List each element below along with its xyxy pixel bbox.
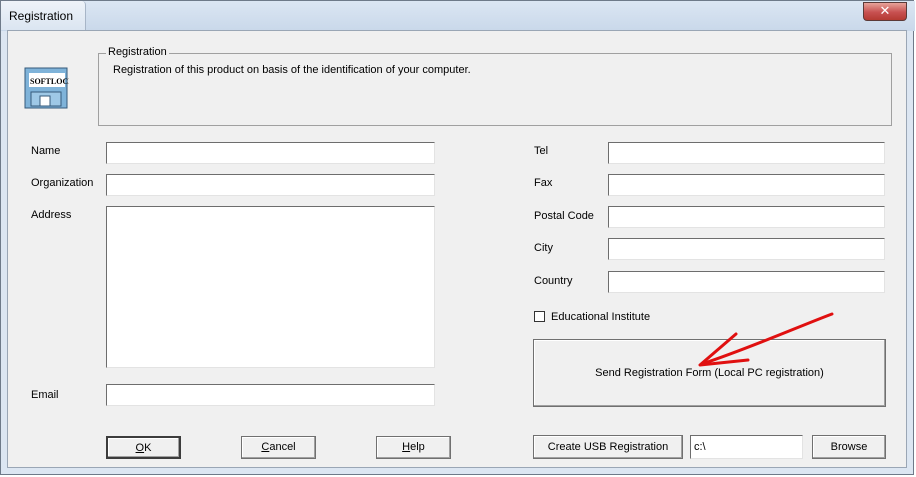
- email-label: Email: [31, 389, 59, 401]
- organization-field[interactable]: [106, 174, 435, 196]
- browse-button[interactable]: Browse: [812, 435, 886, 459]
- postal-code-label: Postal Code: [534, 210, 594, 222]
- title-bar: Registration ✕: [1, 1, 915, 31]
- red-arrow-annotation: [698, 312, 834, 367]
- city-field[interactable]: [608, 238, 885, 260]
- country-input[interactable]: [609, 272, 884, 292]
- usb-path-field[interactable]: [690, 435, 803, 459]
- tel-input[interactable]: [609, 143, 884, 163]
- close-icon: ✕: [879, 4, 891, 19]
- name-label: Name: [31, 145, 61, 157]
- close-button[interactable]: ✕: [863, 2, 907, 21]
- address-label: Address: [31, 209, 72, 221]
- country-field[interactable]: [608, 271, 885, 293]
- name-input[interactable]: [107, 143, 434, 163]
- ok-label: OK: [135, 442, 152, 454]
- groupbox-title: Registration: [106, 46, 169, 58]
- fax-label: Fax: [534, 177, 553, 189]
- fax-field[interactable]: [608, 174, 885, 196]
- create-usb-registration-label: Create USB Registration: [547, 441, 669, 453]
- groupbox-description: Registration of this product on basis of…: [113, 64, 471, 76]
- organization-input[interactable]: [107, 175, 434, 195]
- postal-code-input[interactable]: [609, 207, 884, 227]
- organization-label: Organization: [31, 177, 94, 189]
- city-label: City: [534, 242, 553, 254]
- educational-institute-checkbox[interactable]: [534, 311, 545, 322]
- ok-button[interactable]: OK: [106, 436, 181, 459]
- email-field[interactable]: [106, 384, 435, 406]
- help-label: Help: [402, 441, 425, 453]
- email-input[interactable]: [107, 385, 434, 405]
- address-textarea[interactable]: [107, 207, 434, 367]
- help-button[interactable]: Help: [376, 436, 451, 459]
- name-field[interactable]: [106, 142, 435, 164]
- country-label: Country: [534, 275, 573, 287]
- create-usb-registration-button[interactable]: Create USB Registration: [533, 435, 683, 459]
- address-field[interactable]: [106, 206, 435, 368]
- cancel-button[interactable]: Cancel: [241, 436, 316, 459]
- window-title: Registration: [9, 9, 74, 23]
- educational-institute-label[interactable]: Educational Institute: [551, 311, 650, 323]
- tel-field[interactable]: [608, 142, 885, 164]
- city-input[interactable]: [609, 239, 884, 259]
- svg-text:SOFTLOCK: SOFTLOCK: [30, 77, 69, 86]
- postal-code-field[interactable]: [608, 206, 885, 228]
- fax-input[interactable]: [609, 175, 884, 195]
- usb-path-input[interactable]: [691, 436, 802, 458]
- browse-label: Browse: [830, 441, 868, 453]
- cancel-label: Cancel: [261, 441, 296, 453]
- tel-label: Tel: [534, 145, 549, 157]
- title-tab: Registration: [1, 1, 86, 30]
- softlock-logo-icon: SOFTLOCK: [24, 67, 69, 109]
